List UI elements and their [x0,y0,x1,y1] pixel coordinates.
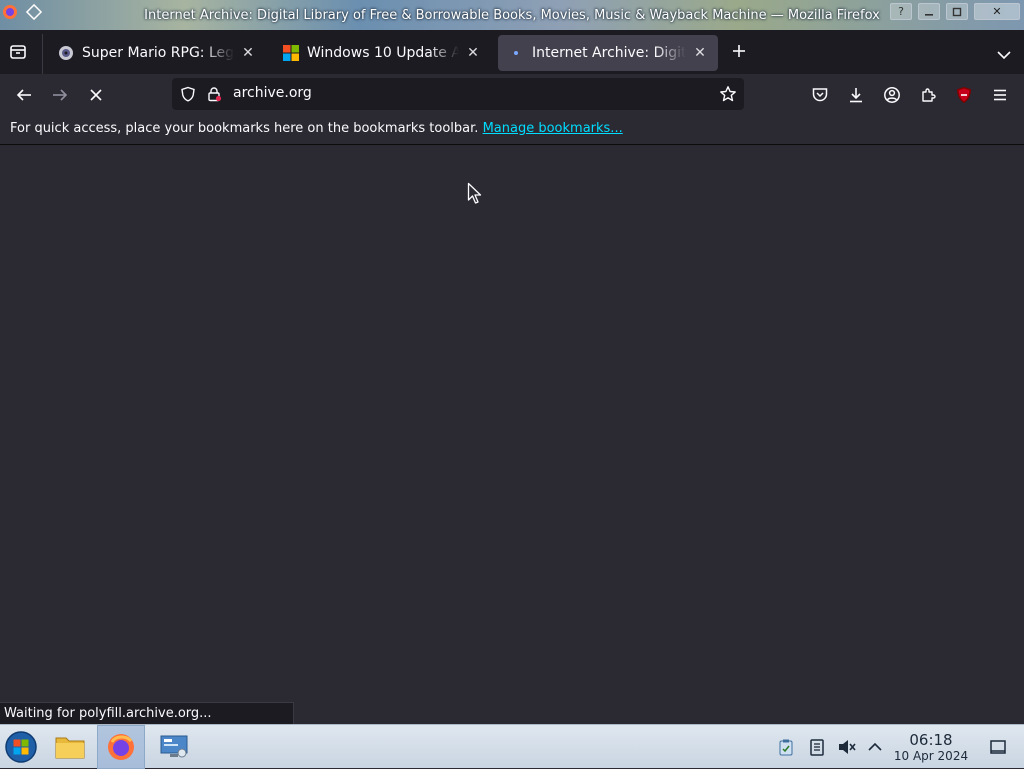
stop-x-icon [90,89,102,101]
disc-icon [58,45,74,61]
download-icon [850,88,862,103]
arrow-left-icon [16,89,31,101]
navigation-toolbar: archive.org [0,74,1024,116]
pocket-icon [812,88,828,102]
window-close-button[interactable]: ✕ [974,3,1020,20]
page-content[interactable] [0,146,1024,724]
tab-windows-10-update[interactable]: Windows 10 Update Assistant ✕ [273,35,491,71]
arrow-right-icon [53,89,68,101]
firefox-view-icon [10,45,26,59]
bookmarks-toolbar: For quick access, place your bookmarks h… [0,116,1024,145]
help-button[interactable]: ? [890,3,912,20]
ublock-shield-icon [957,87,971,103]
plus-icon [733,45,745,57]
puzzle-piece-icon [922,88,936,102]
tab-label: Windows 10 Update Assistant [307,45,459,61]
taskbar: 06:18 10 Apr 2024 [0,724,1024,769]
manage-bookmarks-link[interactable]: Manage bookmarks... [483,121,623,136]
bookmark-star-icon[interactable] [719,85,737,107]
ublock-origin-button[interactable] [954,85,974,105]
taskbar-system-settings[interactable] [150,725,198,769]
tab-strip: Super Mario RPG: Legend of the Seven Sta… [0,30,1024,74]
back-button[interactable] [14,85,34,105]
notes-tray-icon[interactable] [807,737,827,757]
status-panel: Waiting for polyfill.archive.org... [0,702,294,724]
close-tab-icon[interactable]: ✕ [465,45,481,61]
close-tab-icon[interactable]: ✕ [692,45,708,61]
downloads-button[interactable] [846,85,866,105]
insecure-lock-icon[interactable] [206,86,222,106]
bookmarks-hint-text: For quick access, place your bookmarks h… [10,121,479,136]
minimize-button[interactable] [918,3,940,20]
extensions-button[interactable] [918,85,938,105]
tab-strip-separator [42,34,43,74]
forward-button[interactable] [50,85,70,105]
firefox-view-button[interactable] [8,42,30,64]
volume-muted-icon[interactable] [837,737,857,757]
url-bar[interactable]: archive.org [172,78,744,110]
pocket-button[interactable] [810,85,830,105]
clipboard-tray-icon[interactable] [776,737,796,757]
clock-date: 10 Apr 2024 [893,749,969,763]
monitor-settings-icon [160,735,188,758]
tray-expand-chevron-up-icon[interactable] [865,737,885,757]
loading-dot-icon [508,45,524,61]
system-clock[interactable]: 06:18 10 Apr 2024 [888,731,974,763]
window-title: Internet Archive: Digital Library of Fre… [144,7,880,23]
mouse-cursor-icon [467,182,483,210]
taskbar-file-manager[interactable] [46,725,94,769]
account-icon [884,87,900,103]
windows-logo-icon [283,45,299,61]
chevron-down-icon [997,51,1011,60]
tab-label: Internet Archive: Digital Library [532,45,686,61]
tab-internet-archive[interactable]: Internet Archive: Digital Library ✕ [498,35,718,71]
firefox-app-icon[interactable] [0,2,20,22]
app-menu-button[interactable] [990,85,1010,105]
list-all-tabs-button[interactable] [996,46,1012,60]
taskbar-firefox[interactable] [97,725,145,769]
window-titlebar[interactable]: Internet Archive: Digital Library of Fre… [0,0,1024,30]
account-button[interactable] [882,85,902,105]
tracking-protection-shield-icon[interactable] [180,86,196,106]
show-desktop-icon[interactable] [988,737,1008,757]
url-text[interactable]: archive.org [233,85,312,101]
maximize-button[interactable] [946,3,968,20]
close-tab-icon[interactable]: ✕ [240,45,256,61]
hamburger-menu-icon [994,89,1006,101]
window-menu-icon[interactable] [24,2,44,22]
tab-super-mario-rpg[interactable]: Super Mario RPG: Legend of the Seven Sta… [48,35,266,71]
firefox-icon [108,734,134,760]
stop-loading-button[interactable] [86,85,106,105]
start-orb-icon [5,731,37,763]
clock-time: 06:18 [909,731,953,749]
tab-label: Super Mario RPG: Legend of the Seven Sta… [82,45,234,61]
start-button[interactable] [4,730,38,764]
new-tab-button[interactable] [729,43,749,63]
folder-icon [55,737,85,759]
